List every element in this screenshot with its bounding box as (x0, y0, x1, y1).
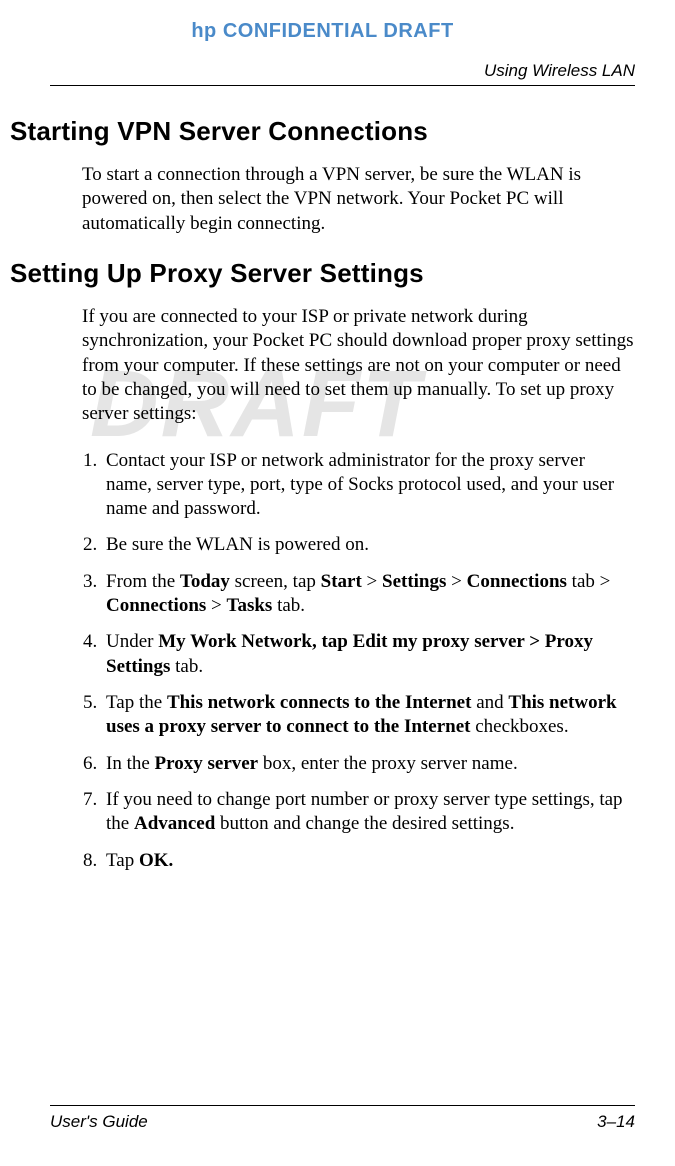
footer-right: 3–14 (597, 1112, 635, 1132)
step-6: In the Proxy server box, enter the proxy… (102, 752, 635, 776)
step-1: Contact your ISP or network administrato… (102, 449, 635, 522)
section-heading-vpn: Starting VPN Server Connections (10, 116, 635, 147)
proxy-steps-list: Contact your ISP or network administrato… (102, 449, 635, 873)
running-head-region: Using Wireless LAN (50, 61, 635, 86)
step-4: Under My Work Network, tap Edit my proxy… (102, 630, 635, 679)
section-heading-proxy: Setting Up Proxy Server Settings (10, 258, 635, 289)
confidential-banner: hp CONFIDENTIAL DRAFT (10, 20, 635, 43)
page-footer: User's Guide 3–14 (50, 1105, 635, 1132)
step-5: Tap the This network connects to the Int… (102, 691, 635, 740)
proxy-intro-paragraph: If you are connected to your ISP or priv… (82, 305, 635, 427)
step-8: Tap OK. (102, 849, 635, 873)
running-head: Using Wireless LAN (50, 61, 635, 85)
step-2: Be sure the WLAN is powered on. (102, 533, 635, 557)
footer-left: User's Guide (50, 1112, 148, 1132)
step-7: If you need to change port number or pro… (102, 788, 635, 837)
step-3: From the Today screen, tap Start > Setti… (102, 570, 635, 619)
vpn-paragraph: To start a connection through a VPN serv… (82, 163, 635, 236)
